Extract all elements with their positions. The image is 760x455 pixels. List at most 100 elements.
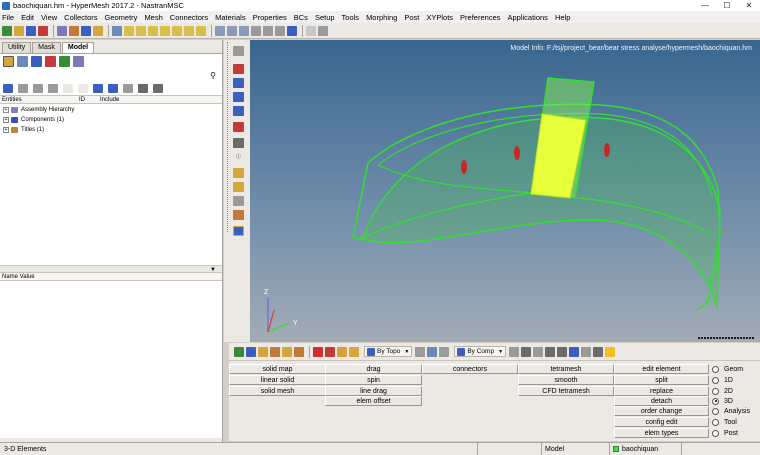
zoom-out-icon[interactable] <box>227 25 237 36</box>
include-view-icon[interactable] <box>73 56 84 67</box>
new-model-icon[interactable] <box>2 25 12 36</box>
constraint-marker[interactable] <box>604 143 610 157</box>
view-top-icon[interactable] <box>124 25 134 36</box>
status-model[interactable]: Model <box>542 442 610 455</box>
view-iso-icon[interactable] <box>196 25 206 36</box>
drag-button[interactable]: drag <box>325 364 422 374</box>
tetramesh-button[interactable]: tetramesh <box>518 364 614 374</box>
arrow-icon[interactable] <box>593 346 604 357</box>
cursor-icon[interactable] <box>123 83 133 93</box>
menu-geometry[interactable]: Geometry <box>105 13 138 22</box>
show-icon[interactable] <box>18 83 28 93</box>
elem-offset-button[interactable]: elem offset <box>325 396 422 406</box>
component-view-icon[interactable] <box>17 56 28 67</box>
isolate-icon[interactable] <box>48 83 58 93</box>
menu-post[interactable]: Post <box>404 13 419 22</box>
menu-connectors[interactable]: Connectors <box>170 13 208 22</box>
delete-icon[interactable] <box>313 346 323 357</box>
display-settings-icon[interactable] <box>233 226 244 236</box>
surface-edges-icon[interactable] <box>233 196 244 206</box>
favorites-star-icon[interactable] <box>605 346 616 357</box>
radio-post[interactable]: Post <box>712 428 738 438</box>
solid-map-button[interactable]: solid map <box>229 364 326 374</box>
menu-file[interactable]: File <box>2 13 14 22</box>
line-select-icon[interactable] <box>545 346 556 357</box>
radio-analysis[interactable]: Analysis <box>712 406 750 416</box>
filter-icon[interactable] <box>138 83 148 93</box>
elem-types-button[interactable]: elem types <box>614 428 709 438</box>
include-column[interactable]: Include <box>100 97 119 103</box>
open-icon[interactable] <box>14 25 24 36</box>
select-by-topo-dropdown[interactable]: By Topo ▼ <box>364 346 413 357</box>
radio-2d[interactable]: 2D <box>712 386 733 396</box>
view-right-icon[interactable] <box>160 25 170 36</box>
cube-select-icon[interactable] <box>533 346 544 357</box>
shrink-icon[interactable] <box>233 138 244 148</box>
collector-icon[interactable] <box>349 346 359 357</box>
zoom-fit-icon[interactable] <box>112 25 122 36</box>
radio-geom[interactable]: Geom <box>712 364 743 374</box>
spin-button[interactable]: spin <box>325 375 422 385</box>
constraint-marker[interactable] <box>461 160 467 174</box>
view-front-icon[interactable] <box>172 25 182 36</box>
menu-materials[interactable]: Materials <box>215 13 245 22</box>
display-icon[interactable] <box>81 25 91 36</box>
line-drag-button[interactable]: line drag <box>325 386 422 396</box>
expand-icon[interactable]: + <box>3 107 9 113</box>
menu-edit[interactable]: Edit <box>21 13 34 22</box>
menu-preferences[interactable]: Preferences <box>460 13 500 22</box>
mesh-lines-icon[interactable] <box>233 210 244 220</box>
linear-solid-button[interactable]: linear solid <box>229 375 326 385</box>
view-save-icon[interactable] <box>306 25 316 36</box>
maximize-button[interactable]: ☐ <box>716 0 738 11</box>
view-back-icon[interactable] <box>184 25 194 36</box>
vector-select-icon[interactable] <box>569 346 580 357</box>
menu-properties[interactable]: Properties <box>253 13 287 22</box>
solid-mesh-button[interactable]: solid mesh <box>229 386 326 396</box>
zoom-window-icon[interactable] <box>239 25 249 36</box>
material-view-icon[interactable] <box>31 56 42 67</box>
menu-view[interactable]: View <box>41 13 57 22</box>
hide-icon[interactable] <box>33 83 43 93</box>
sphere-select-icon[interactable] <box>509 346 520 357</box>
menu-collectors[interactable]: Collectors <box>64 13 97 22</box>
radio-selected-icon[interactable] <box>712 397 719 405</box>
info-icon[interactable]: ⓘ <box>233 152 244 162</box>
id-column[interactable]: ID <box>79 97 85 103</box>
tab-model[interactable]: Model <box>61 42 95 53</box>
delete-component-icon[interactable] <box>325 346 335 357</box>
smooth-button[interactable]: smooth <box>518 375 614 385</box>
replace-button[interactable]: replace <box>614 386 709 396</box>
close-button[interactable]: ✕ <box>738 0 760 11</box>
display-all-icon[interactable] <box>93 83 103 93</box>
cfd-tetramesh-button[interactable]: CFD tetramesh <box>518 386 614 396</box>
grid-icon[interactable] <box>581 346 592 357</box>
mask-entity-icon[interactable] <box>246 346 256 357</box>
import-icon[interactable] <box>38 25 48 36</box>
config-edit-button[interactable]: config edit <box>614 417 709 427</box>
bearing-ring-model[interactable]: Z Y <box>250 40 760 342</box>
radio-circle-icon[interactable] <box>712 418 719 426</box>
save-icon[interactable] <box>26 25 36 36</box>
status-component[interactable]: baochiquan <box>610 442 682 455</box>
transparency-icon[interactable] <box>233 122 244 132</box>
search-icon[interactable]: ⚲ <box>210 71 216 80</box>
options-icon[interactable] <box>153 83 163 93</box>
shaded-mode-icon[interactable] <box>233 46 244 56</box>
geometry-color-icon[interactable] <box>233 168 244 178</box>
undo-icon[interactable] <box>57 25 67 36</box>
expand-all-icon[interactable] <box>3 83 13 93</box>
delete-elements-icon[interactable] <box>337 346 347 357</box>
entities-column[interactable]: Entities <box>2 97 22 103</box>
wireframe-icon[interactable] <box>233 78 244 88</box>
minimize-button[interactable]: — <box>694 0 716 11</box>
radio-1d[interactable]: 1D <box>712 375 733 385</box>
radio-tool[interactable]: Tool <box>712 417 737 427</box>
radio-3d[interactable]: 3D <box>712 396 733 406</box>
adjacent-icon[interactable] <box>294 346 304 357</box>
menu-xyplots[interactable]: XYPlots <box>426 13 453 22</box>
tree-item-titles[interactable]: + Titles (1) <box>0 125 222 135</box>
menu-applications[interactable]: Applications <box>507 13 547 22</box>
expand-icon[interactable]: + <box>3 117 9 123</box>
radio-circle-icon[interactable] <box>712 387 719 395</box>
